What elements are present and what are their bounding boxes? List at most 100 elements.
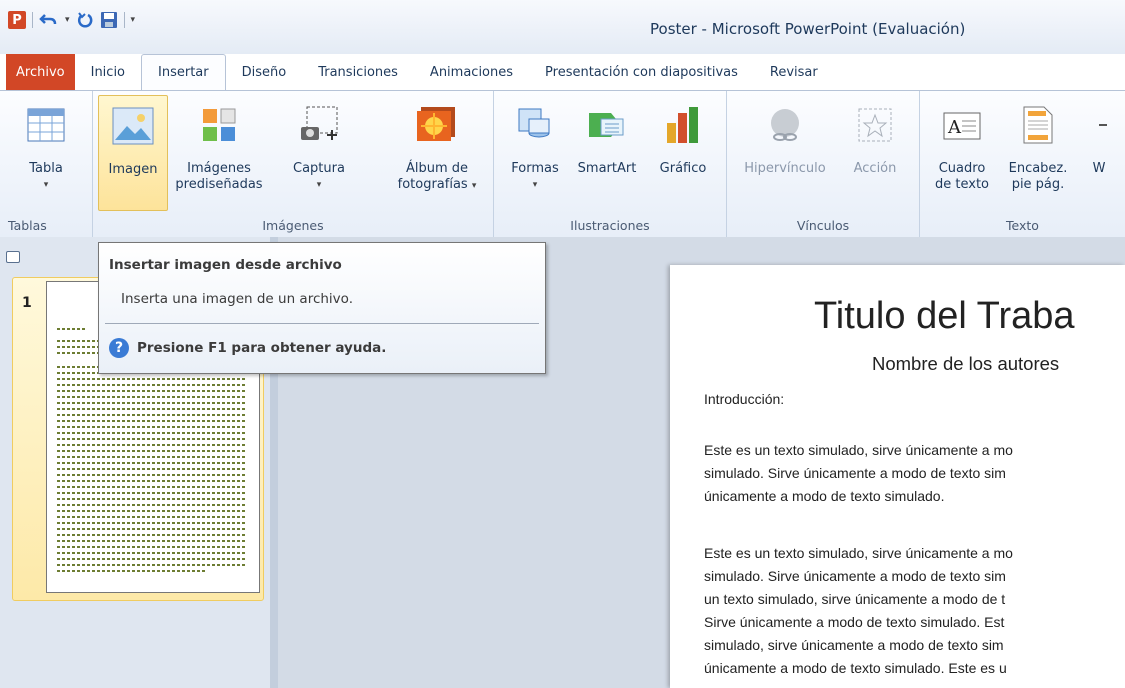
quick-access-toolbar: P ▾ ▾ <box>8 10 135 30</box>
imagen-label: Imagen <box>108 162 158 177</box>
group-imagenes: Imagen Imágenes prediseñadas Captura ▾ Ál… <box>93 91 494 237</box>
paragraph-line: únicamente a modo de texto simulado. <box>704 488 945 504</box>
header-footer-icon <box>1022 99 1054 151</box>
svg-text:A: A <box>947 117 962 138</box>
slide-paragraph-1[interactable]: Este es un texto simulado, sirve únicame… <box>704 439 1013 508</box>
thumb-line <box>57 456 247 458</box>
imagenes-prediseñadas-button[interactable]: Imágenes prediseñadas <box>171 95 267 209</box>
hipervinculo-label: Hipervínculo <box>744 161 826 176</box>
thumb-line <box>57 534 247 536</box>
thumb-line <box>57 498 247 500</box>
qat-separator <box>32 12 33 28</box>
thumb-line <box>57 564 247 566</box>
powerpoint-logo-icon[interactable]: P <box>8 10 26 30</box>
save-icon[interactable] <box>100 10 118 30</box>
thumb-line <box>57 552 247 554</box>
thumb-line <box>57 510 247 512</box>
group-label-texto: Texto <box>1006 217 1039 233</box>
shapes-icon <box>515 99 555 151</box>
qat-separator-2 <box>123 12 125 28</box>
slide-paragraph-2[interactable]: Este es un texto simulado, sirve únicame… <box>704 542 1013 680</box>
undo-icon[interactable] <box>39 10 59 30</box>
slide-canvas[interactable]: Titulo del Traba Nombre de los autores I… <box>670 265 1125 688</box>
ribbon: Tabla ▾ Tablas Imagen Imágenes prediseñad… <box>0 90 1125 238</box>
tooltip-insertar-imagen: Insertar imagen desde archivo Inserta un… <box>98 242 546 374</box>
wordart-label: W <box>1092 161 1106 176</box>
paragraph-line: simulado. Sirve únicamente a modo de tex… <box>704 568 1006 584</box>
thumb-line <box>57 426 247 428</box>
chart-icon <box>663 99 703 151</box>
captura-label: Captura <box>293 161 345 176</box>
hipervinculo-button[interactable]: Hipervínculo <box>735 95 835 209</box>
clipart-icon <box>201 99 237 151</box>
thumb-line <box>57 522 247 524</box>
thumb-line <box>57 390 247 392</box>
thumb-line <box>57 432 247 434</box>
thumb-line <box>57 402 247 404</box>
encabezado-pie-label: Encabez. pie pág. <box>1008 161 1068 192</box>
wordart-button[interactable]: W <box>1084 95 1114 209</box>
captura-dropdown-icon: ▾ <box>316 180 322 190</box>
grafico-label: Gráfico <box>659 161 707 176</box>
captura-button[interactable]: Captura ▾ <box>279 95 359 209</box>
thumb-line <box>57 558 247 560</box>
thumb-line <box>57 414 247 416</box>
thumb-line <box>57 328 85 330</box>
formas-label: Formas <box>511 161 559 176</box>
tab-inicio[interactable]: Inicio <box>75 54 141 90</box>
tabla-button[interactable]: Tabla ▾ <box>6 95 86 209</box>
slide-title[interactable]: Titulo del Traba <box>814 295 1075 338</box>
textbox-icon: A <box>942 99 982 151</box>
tab-presentacion[interactable]: Presentación con diapositivas <box>529 54 754 90</box>
action-icon <box>855 99 895 151</box>
paragraph-line: un texto simulado, sirve únicamente a mo… <box>704 591 1006 607</box>
slide-subtitle[interactable]: Nombre de los autores <box>872 353 1059 375</box>
undo-dropdown-icon[interactable]: ▾ <box>65 10 70 30</box>
thumb-line <box>57 420 247 422</box>
tab-archivo[interactable]: Archivo <box>6 54 75 90</box>
tooltip-title: Insertar imagen desde archivo <box>109 257 342 273</box>
thumb-line <box>57 504 247 506</box>
thumb-line <box>57 474 247 476</box>
group-label-imagenes: Imágenes <box>262 217 324 233</box>
help-icon: ? <box>109 338 129 358</box>
group-label-vinculos: Vínculos <box>796 217 850 233</box>
tooltip-help: ? Presione F1 para obtener ayuda. <box>109 338 386 358</box>
album-label: Álbum de fotografías ▾ <box>397 161 477 192</box>
imagen-button[interactable]: Imagen <box>98 95 168 211</box>
thumb-line <box>57 444 247 446</box>
slides-tab-icon[interactable] <box>6 251 20 263</box>
tab-insertar[interactable]: Insertar <box>141 54 226 90</box>
table-icon <box>26 99 66 151</box>
thumb-line <box>57 528 247 530</box>
title-bar: P ▾ ▾ Poster - Microsoft PowerPoint (Eva… <box>0 0 1125 54</box>
encabezado-pie-button[interactable]: Encabez. pie pág. <box>1000 95 1076 209</box>
screenshot-icon <box>297 99 341 151</box>
tab-diseno[interactable]: Diseño <box>226 54 303 90</box>
tab-animaciones[interactable]: Animaciones <box>414 54 529 90</box>
paragraph-line: únicamente a modo de texto simulado. Est… <box>704 660 1007 676</box>
cuadro-texto-button[interactable]: A Cuadro de texto <box>930 95 994 209</box>
tab-transiciones[interactable]: Transiciones <box>302 54 414 90</box>
formas-button[interactable]: Formas ▾ <box>504 95 566 209</box>
imagenes-prediseñadas-label: Imágenes prediseñadas <box>175 161 263 192</box>
smartart-button[interactable]: SmartArt <box>570 95 644 209</box>
redo-icon[interactable] <box>76 10 94 30</box>
picture-icon <box>111 100 155 152</box>
album-button[interactable]: Álbum de fotografías ▾ <box>387 95 487 209</box>
accion-label: Acción <box>853 161 897 176</box>
thumb-line <box>57 570 207 572</box>
slide-intro-heading[interactable]: Introducción: <box>704 391 784 407</box>
group-ilustraciones: Formas ▾ SmartArt Gráfico Ilustraciones <box>494 91 727 237</box>
grafico-button[interactable]: Gráfico <box>648 95 718 209</box>
tab-revisar[interactable]: Revisar <box>754 54 834 90</box>
paragraph-line: Este es un texto simulado, sirve únicame… <box>704 442 1013 458</box>
thumb-line <box>57 438 247 440</box>
thumb-line <box>57 462 247 464</box>
thumb-line <box>57 396 247 398</box>
thumb-line <box>57 546 247 548</box>
paragraph-line: Este es un texto simulado, sirve únicame… <box>704 545 1013 561</box>
group-label-tablas: Tablas <box>8 217 47 233</box>
customize-qat-icon[interactable]: ▾ <box>131 10 136 30</box>
accion-button[interactable]: Acción <box>843 95 907 209</box>
